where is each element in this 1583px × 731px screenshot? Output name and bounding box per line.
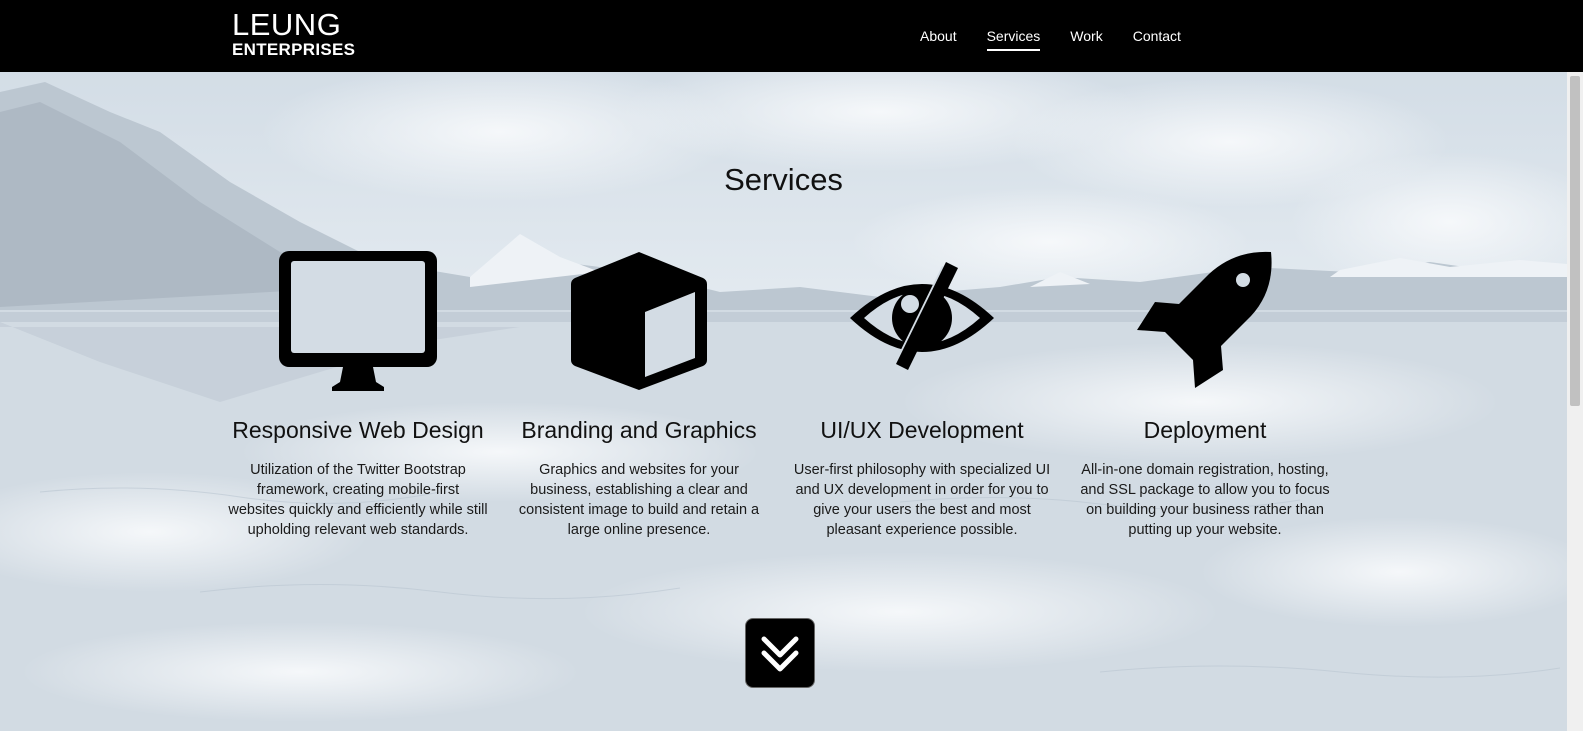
service-description: User-first philosophy with specialized U…	[793, 462, 1051, 538]
nav-link-services[interactable]: Services	[986, 24, 1040, 51]
brand-subname: ENTERPRISES	[232, 40, 356, 59]
service-description: All-in-one domain registration, hosting,…	[1080, 462, 1330, 538]
cube-icon	[509, 240, 769, 400]
desktop-monitor-icon	[228, 240, 488, 400]
section-title: Services	[724, 162, 843, 197]
nav-link-work[interactable]: Work	[1070, 24, 1102, 48]
nav-links: About Services Work Contact	[905, 0, 1196, 72]
service-title: Responsive Web Design	[232, 417, 484, 443]
scrollbar-thumb[interactable]	[1570, 76, 1580, 406]
service-title: Branding and Graphics	[521, 417, 757, 443]
nav-link-about[interactable]: About	[920, 24, 957, 48]
service-description: Graphics and websites for your business,…	[518, 462, 760, 538]
service-title: UI/UX Development	[820, 417, 1024, 443]
scrollbar[interactable]	[1567, 72, 1583, 731]
navbar: LEUNG ENTERPRISES About Services Work Co…	[0, 0, 1583, 72]
rocket-icon	[1075, 240, 1335, 400]
scroll-down-button[interactable]	[745, 618, 815, 688]
brand-name: LEUNG	[232, 7, 342, 42]
service-ui-ux-development: UI/UX Development User-first philosophy …	[792, 240, 1052, 540]
eye-slash-icon	[792, 240, 1052, 400]
nav-link-contact[interactable]: Contact	[1133, 24, 1181, 48]
double-chevron-down-icon	[761, 636, 799, 672]
service-description: Utilization of the Twitter Bootstrap fra…	[228, 462, 488, 538]
service-deployment: Deployment All-in-one domain registratio…	[1075, 240, 1335, 540]
brand-logo[interactable]: LEUNG ENTERPRISES	[232, 7, 356, 60]
service-title: Deployment	[1143, 417, 1267, 443]
service-branding-and-graphics: Branding and Graphics Graphics and websi…	[509, 240, 769, 540]
service-responsive-web-design: Responsive Web Design Utilization of the…	[228, 240, 488, 540]
